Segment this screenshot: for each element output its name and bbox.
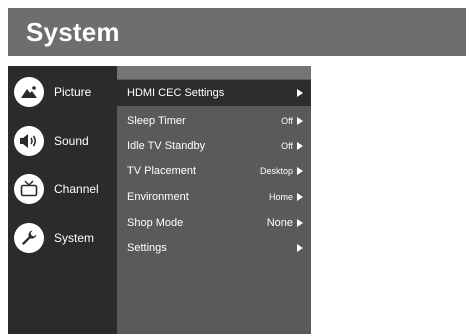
sidebar-item-system[interactable]: System: [14, 221, 117, 255]
menu-item-environment[interactable]: Environment Home: [117, 184, 311, 210]
chevron-right-icon: [297, 167, 303, 175]
sidebar-item-label: Picture: [54, 85, 92, 99]
menu-item-label: Settings: [127, 242, 167, 254]
menu-item-label: Idle TV Standby: [127, 140, 206, 152]
chevron-right-icon: [297, 142, 303, 150]
chevron-right-icon: [297, 219, 303, 227]
menu-item-label: HDMI CEC Settings: [127, 87, 225, 99]
menu-item-sleep-timer[interactable]: Sleep Timer Off: [117, 108, 311, 134]
chevron-right-icon: [297, 193, 303, 201]
sidebar-item-label: Sound: [54, 134, 89, 148]
settings-panel: HDMI CEC Settings Sleep Timer Off Idle T…: [117, 66, 311, 334]
menu-item-idle-tv-standby[interactable]: Idle TV Standby Off: [117, 133, 311, 159]
page-header: System: [8, 8, 466, 56]
menu-item-value: Off: [281, 116, 293, 126]
sidebar-item-channel[interactable]: Channel: [14, 172, 117, 206]
channel-icon: [14, 174, 44, 204]
panel-top-bar: [117, 66, 311, 79]
sidebar-item-sound[interactable]: Sound: [14, 124, 117, 158]
page-title: System: [26, 17, 120, 47]
menu-item-label: TV Placement: [127, 165, 197, 177]
sidebar-item-picture[interactable]: Picture: [14, 75, 117, 109]
menu-item-label: Environment: [127, 191, 189, 203]
menu-item-hdmi-cec-settings[interactable]: HDMI CEC Settings: [117, 80, 311, 106]
sidebar: Picture Sound Channel System: [8, 66, 117, 334]
chevron-right-icon: [297, 244, 303, 252]
picture-icon: [14, 77, 44, 107]
menu-item-label: Sleep Timer: [127, 115, 186, 127]
menu-item-value: Desktop: [259, 166, 293, 176]
menu-item-value: Home: [268, 192, 293, 202]
sidebar-item-label: Channel: [54, 182, 99, 196]
wrench-icon: [14, 223, 44, 253]
sidebar-item-label: System: [54, 231, 95, 245]
chevron-right-icon: [297, 89, 303, 97]
sound-icon: [14, 126, 44, 156]
menu-item-value: Off: [281, 141, 293, 151]
menu-item-settings[interactable]: Settings: [117, 235, 311, 261]
menu-item-value: None: [266, 217, 293, 229]
menu-item-label: Shop Mode: [127, 217, 184, 229]
menu-item-shop-mode[interactable]: Shop Mode None: [117, 210, 311, 236]
menu-item-tv-placement[interactable]: TV Placement Desktop: [117, 158, 311, 184]
chevron-right-icon: [297, 117, 303, 125]
